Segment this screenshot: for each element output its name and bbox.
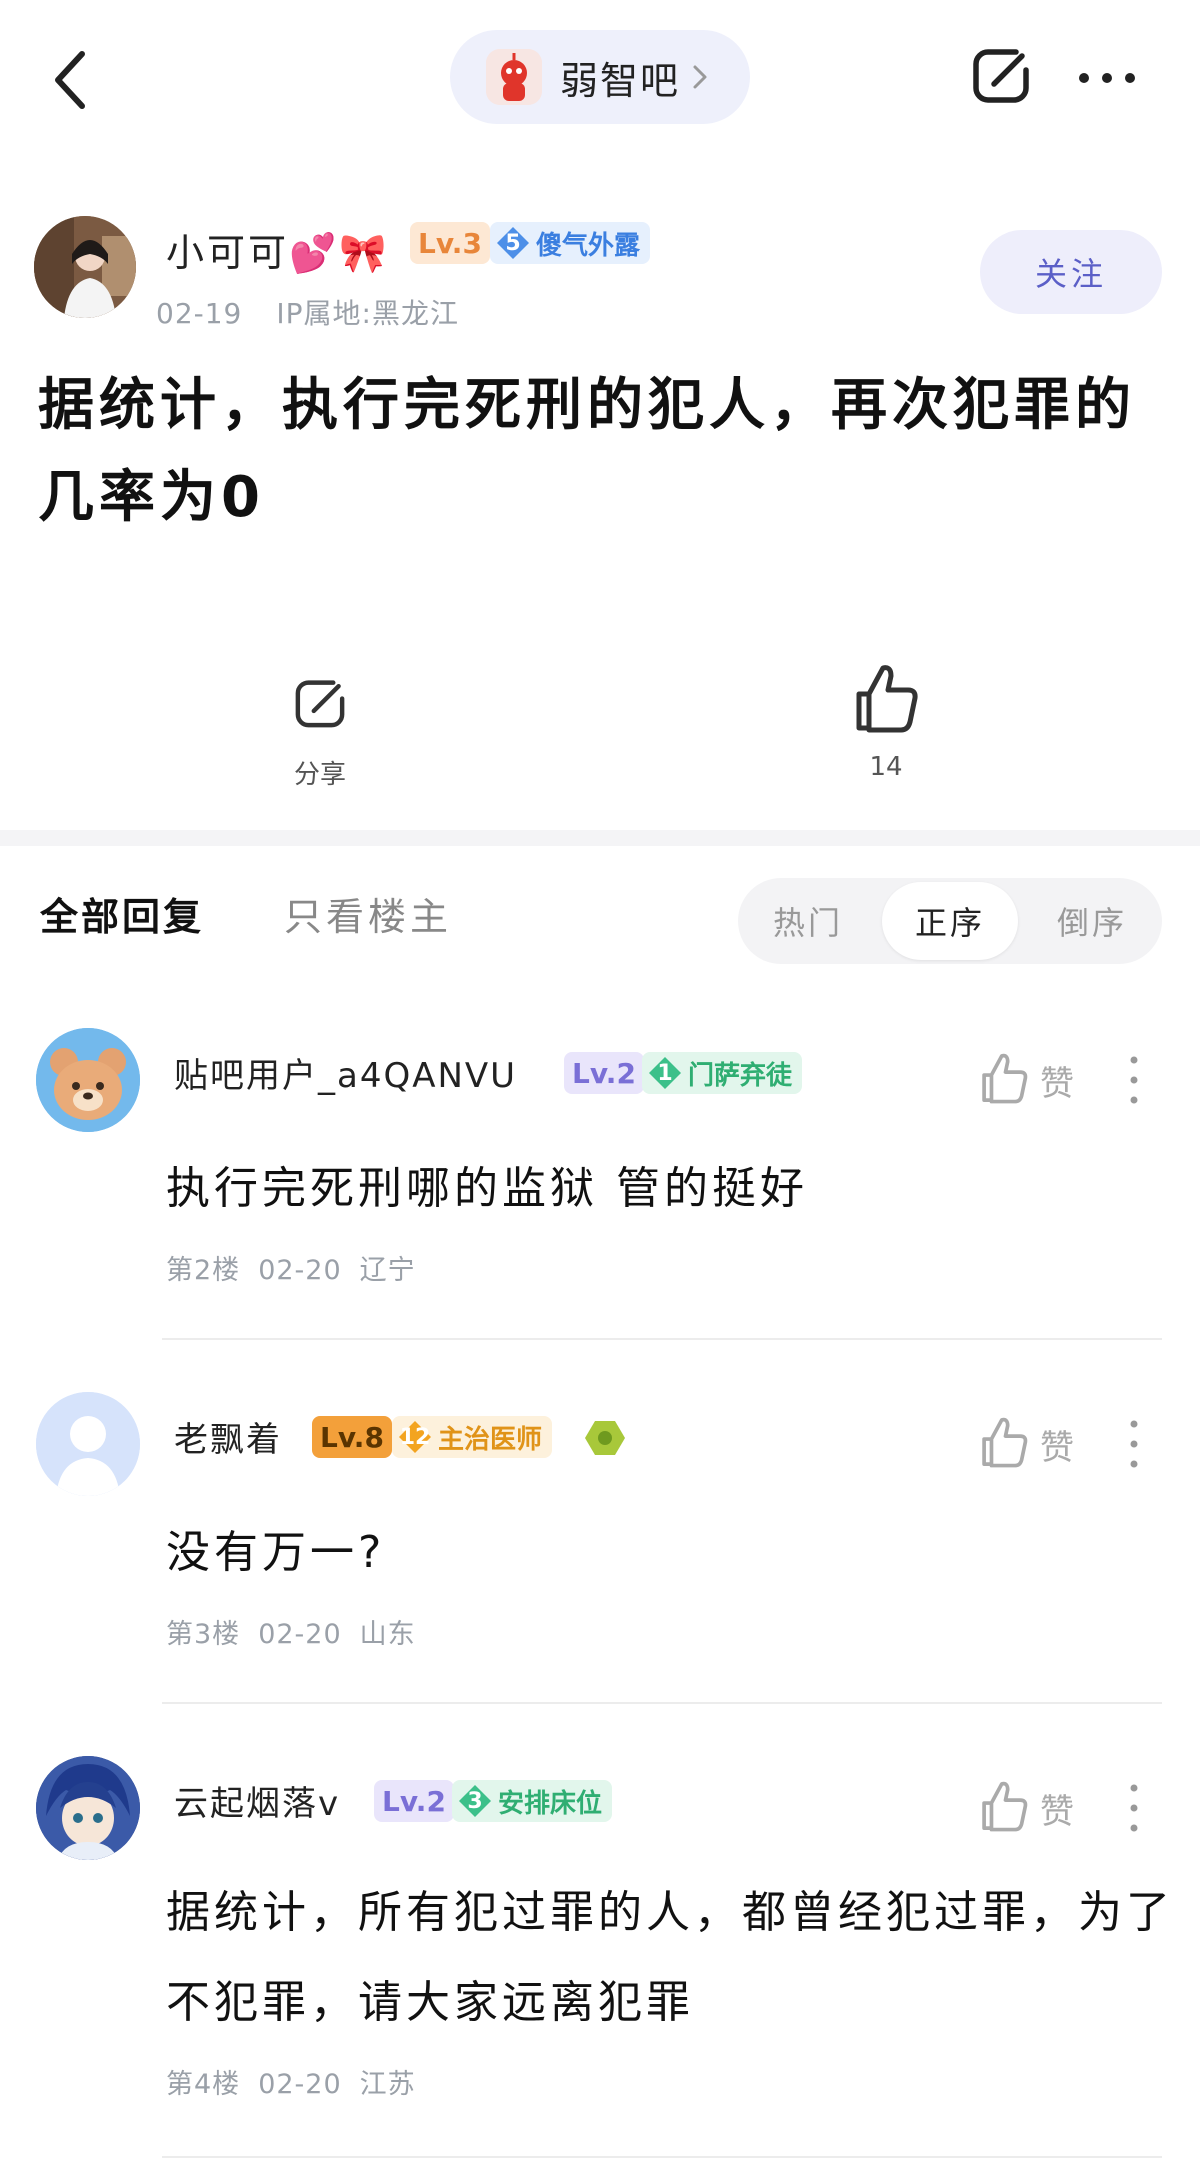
reply-level-badge: Lv.2 [564,1052,644,1094]
vertical-more-icon [1130,1784,1138,1832]
forum-name: 弱智吧 [560,58,681,103]
reply-meta: 第2楼 02-20 辽宁 [166,1248,416,1287]
reply-like-label: 赞 [1040,1792,1074,1832]
reply-author-name[interactable]: 老飘着 [174,1412,282,1461]
reply-date: 02-20 [258,1255,342,1286]
sort-toggle: 热门 正序 倒序 [738,878,1162,964]
chevron-right-icon [693,65,707,89]
sort-hot[interactable]: 热门 [738,878,878,964]
reply-author-name[interactable]: 贴吧用户_a4QANVU [174,1048,517,1097]
thumbs-up-icon [856,665,918,733]
reply-title-badge: 3 安排床位 [452,1780,613,1822]
title-level-number: 1 [648,1056,682,1090]
share-button[interactable] [966,40,1036,110]
reply-more-button[interactable] [1124,1050,1144,1110]
forum-link[interactable]: 弱智吧 [450,30,750,124]
reply-like-label: 赞 [1040,1064,1074,1104]
reply-title-badge: 1 门萨弃徒 [642,1052,803,1094]
reply-divider [162,1338,1162,1340]
title-level-number: 5 [496,226,530,260]
post-ip-location: IP属地:黑龙江 [276,297,459,330]
post-title: 据统计，执行完死刑的犯人，再次犯罪的几率为0 [38,373,1136,530]
reply-floor: 第2楼 [166,1255,241,1286]
reply-title-badge: 12 主治医师 [392,1416,553,1458]
back-chevron-icon [55,51,85,109]
post-date: 02-19 [156,297,243,330]
more-button[interactable] [1072,58,1142,98]
tab-all-replies[interactable]: 全部回复 [40,886,204,941]
reply-level-badge: Lv.2 [374,1780,454,1822]
achievement-icon [584,1420,626,1456]
author-level-badge: Lv.3 [410,222,490,264]
reply-more-button[interactable] [1124,1414,1144,1474]
like-count: 14 [869,752,903,782]
forum-avatar [486,49,542,105]
author-avatar[interactable] [34,216,136,318]
reply-meta: 第4楼 02-20 江苏 [166,2062,416,2101]
reply-date: 02-20 [258,1619,342,1650]
reply-avatar[interactable] [36,1756,140,1860]
reply-location: 山东 [359,1619,416,1650]
reply-avatar[interactable] [36,1028,140,1132]
section-divider [0,830,1200,846]
title-level-number: 3 [458,1784,492,1818]
reply-author-name[interactable]: 云起烟落v [174,1776,340,1825]
reply-content: 没有万一? [166,1527,386,1578]
reply-like-button[interactable]: 赞 [978,1778,1078,1838]
reply-level-badge: Lv.8 [312,1416,392,1458]
reply-divider [162,1702,1162,1704]
thumbs-up-icon [982,1053,1028,1104]
follow-button[interactable]: 关注 [980,230,1162,314]
like-action-button[interactable]: 14 [846,660,926,782]
sort-ascending[interactable]: 正序 [882,882,1018,960]
reply-content: 执行完死刑哪的监狱 管的挺好 [166,1163,808,1214]
share-icon [295,680,345,728]
more-dots-icon [1079,73,1135,83]
reply-meta: 第3楼 02-20 山东 [166,1612,416,1651]
thumbs-up-icon [982,1781,1028,1832]
reply-content: 据统计，所有犯过罪的人，都曾经犯过罪，为了不犯罪，请大家远离犯罪 [166,1887,1174,2028]
share-icon [973,49,1029,103]
title-level-number: 12 [398,1420,432,1454]
back-button[interactable] [44,40,104,120]
author-name[interactable]: 小可可💕🎀 [166,222,390,277]
reply-location: 江苏 [359,2069,416,2100]
thumbs-up-icon [982,1417,1028,1468]
tab-owner-only[interactable]: 只看楼主 [284,886,452,941]
sort-descending[interactable]: 倒序 [1022,878,1162,964]
reply-more-button[interactable] [1124,1778,1144,1838]
reply-floor: 第4楼 [166,2069,241,2100]
author-title-badge: 5 傻气外露 [490,222,651,264]
reply-location: 辽宁 [359,1255,416,1286]
reply-like-button[interactable]: 赞 [978,1050,1078,1110]
reply-like-button[interactable]: 赞 [978,1414,1078,1474]
vertical-more-icon [1130,1420,1138,1468]
post-meta: 02-19 IP属地:黑龙江 [156,292,459,332]
vertical-more-icon [1130,1056,1138,1104]
reply-like-label: 赞 [1040,1428,1074,1468]
share-action-button[interactable]: 分享 [280,668,360,790]
reply-date: 02-20 [258,2069,342,2100]
reply-avatar[interactable] [36,1392,140,1496]
reply-floor: 第3楼 [166,1619,241,1650]
reply-divider [162,2156,1162,2158]
share-label: 分享 [293,760,346,790]
